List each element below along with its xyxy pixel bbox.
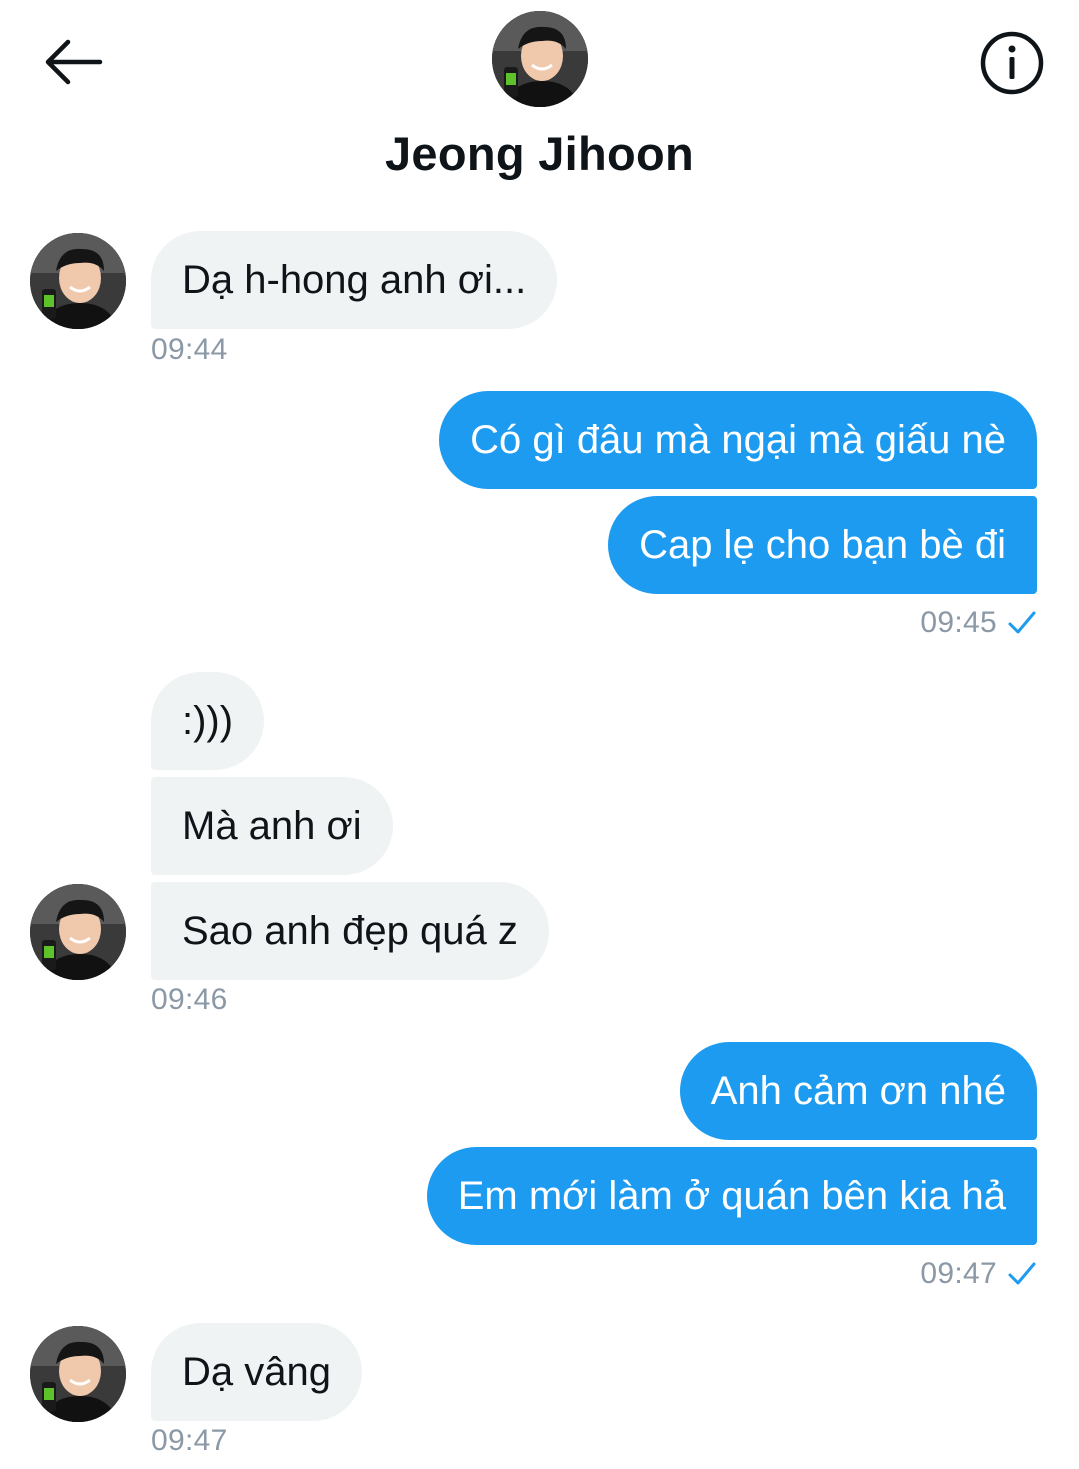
sender-avatar[interactable] xyxy=(30,884,126,980)
message-text: Anh cảm ơn nhé xyxy=(710,1068,1006,1113)
arrow-left-icon xyxy=(45,39,103,85)
message-bubble-outgoing[interactable]: Anh cảm ơn nhé xyxy=(679,1042,1037,1140)
avatar-image xyxy=(492,11,588,107)
contact-name[interactable]: Jeong Jihoon xyxy=(0,126,1079,181)
message-text: Dạ vâng xyxy=(182,1349,331,1394)
info-icon xyxy=(980,31,1044,95)
avatar-image xyxy=(30,1326,126,1422)
conversation-info-button[interactable] xyxy=(978,29,1046,97)
message-timestamp: 09:44 xyxy=(151,333,228,366)
message-meta: 09:47 xyxy=(920,1257,1037,1291)
message-bubble-outgoing[interactable]: Cap lẹ cho bạn bè đi xyxy=(608,496,1037,594)
message-bubble-incoming[interactable]: Sao anh đẹp quá z xyxy=(151,882,549,980)
message-bubble-incoming[interactable]: Dạ h-hong anh ơi... xyxy=(151,231,558,329)
message-text: :))) xyxy=(182,698,234,743)
message-bubble-incoming[interactable]: :))) xyxy=(151,672,265,770)
message-bubble-incoming[interactable]: Dạ vâng xyxy=(151,1323,362,1421)
avatar-image xyxy=(30,884,126,980)
message-text: Có gì đâu mà ngại mà giấu nè xyxy=(470,417,1006,462)
contact-avatar[interactable] xyxy=(492,11,588,107)
sender-avatar[interactable] xyxy=(30,1326,126,1422)
message-meta: 09:45 xyxy=(920,606,1037,640)
dm-conversation-screen: Jeong Jihoon Dạ h-hong anh ơi... 09:44 C… xyxy=(0,0,1079,1469)
message-timestamp: 09:45 xyxy=(920,606,997,639)
sender-avatar[interactable] xyxy=(30,233,126,329)
message-bubble-outgoing[interactable]: Có gì đâu mà ngại mà giấu nè xyxy=(439,391,1037,489)
message-timestamp: 09:47 xyxy=(151,1424,228,1457)
read-check-icon xyxy=(1008,1262,1036,1285)
message-text: Cap lẹ cho bạn bè đi xyxy=(639,522,1006,567)
back-button[interactable] xyxy=(38,34,106,90)
message-text: Sao anh đẹp quá z xyxy=(182,908,518,953)
message-timestamp: 09:47 xyxy=(920,1257,997,1290)
message-bubble-outgoing[interactable]: Em mới làm ở quán bên kia hả xyxy=(426,1147,1037,1245)
message-text: Em mới làm ở quán bên kia hả xyxy=(457,1173,1006,1218)
message-text: Mà anh ơi xyxy=(182,803,362,848)
message-timestamp: 09:46 xyxy=(151,983,228,1016)
message-bubble-incoming[interactable]: Mà anh ơi xyxy=(151,777,393,875)
avatar-image xyxy=(30,233,126,329)
read-check-icon xyxy=(1008,611,1036,634)
message-text: Dạ h-hong anh ơi... xyxy=(182,257,527,302)
